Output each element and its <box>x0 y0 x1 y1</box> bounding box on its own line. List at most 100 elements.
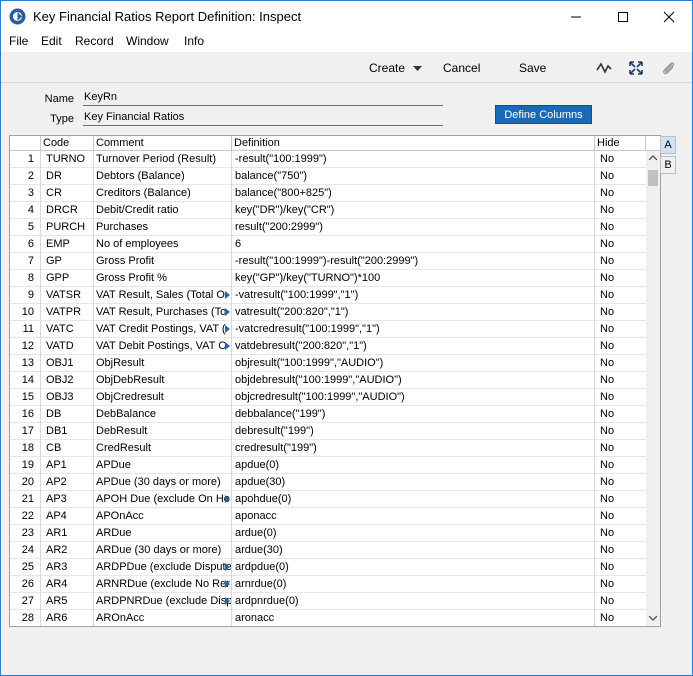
definition-cell[interactable]: objcredresult("100:1999","AUDIO") <box>232 389 595 406</box>
hide-cell[interactable]: No <box>595 321 646 338</box>
hide-cell[interactable]: No <box>595 593 646 610</box>
scroll-thumb[interactable] <box>648 170 658 186</box>
save-button[interactable]: Save <box>519 61 546 75</box>
hide-cell[interactable]: No <box>595 355 646 372</box>
table-row[interactable]: 6 EMP No of employees 6 No <box>10 236 646 253</box>
comment-cell[interactable]: APDue <box>94 457 232 474</box>
definition-cell[interactable]: debresult("199") <box>232 423 595 440</box>
overflow-arrow-icon[interactable] <box>225 563 230 571</box>
menu-edit[interactable]: Edit <box>41 34 62 48</box>
code-cell[interactable]: CB <box>41 440 94 457</box>
comment-cell[interactable]: CredResult <box>94 440 232 457</box>
hide-cell[interactable]: No <box>595 287 646 304</box>
table-row[interactable]: 23 AR1 ARDue ardue(0) No <box>10 525 646 542</box>
create-button[interactable]: Create <box>369 61 423 75</box>
table-row[interactable]: 24 AR2 ARDue (30 days or more) ardue(30)… <box>10 542 646 559</box>
comment-cell[interactable]: VAT Result, Sales (Total O <box>94 287 232 304</box>
hide-cell[interactable]: No <box>595 474 646 491</box>
hide-cell[interactable]: No <box>595 151 646 168</box>
type-field[interactable]: Key Financial Ratios <box>83 110 443 126</box>
definition-cell[interactable]: -result("100:1999")-result("200:2999") <box>232 253 595 270</box>
code-cell[interactable]: AR3 <box>41 559 94 576</box>
scroll-up-icon[interactable] <box>649 155 657 161</box>
table-row[interactable]: 9 VATSR VAT Result, Sales (Total O -vatr… <box>10 287 646 304</box>
table-row[interactable]: 16 DB DebBalance debbalance("199") No <box>10 406 646 423</box>
table-row[interactable]: 26 AR4 ARNRDue (exclude No Rer arnrdue(0… <box>10 576 646 593</box>
hide-cell[interactable]: No <box>595 236 646 253</box>
table-row[interactable]: 5 PURCH Purchases result("200:2999") No <box>10 219 646 236</box>
code-cell[interactable]: VATPR <box>41 304 94 321</box>
hide-cell[interactable]: No <box>595 372 646 389</box>
hide-cell[interactable]: No <box>595 610 646 626</box>
hide-cell[interactable]: No <box>595 508 646 525</box>
code-cell[interactable]: AP2 <box>41 474 94 491</box>
table-row[interactable]: 19 AP1 APDue apdue(0) No <box>10 457 646 474</box>
comment-cell[interactable]: VAT Credit Postings, VAT ( <box>94 321 232 338</box>
definition-cell[interactable]: -result("100:1999") <box>232 151 595 168</box>
code-cell[interactable]: AP1 <box>41 457 94 474</box>
definition-cell[interactable]: key("GP")/key("TURNO")*100 <box>232 270 595 287</box>
code-cell[interactable]: GP <box>41 253 94 270</box>
definition-cell[interactable]: credresult("199") <box>232 440 595 457</box>
definition-cell[interactable]: objresult("100:1999","AUDIO") <box>232 355 595 372</box>
hide-cell[interactable]: No <box>595 406 646 423</box>
definition-cell[interactable]: apdue(0) <box>232 457 595 474</box>
table-row[interactable]: 4 DRCR Debit/Credit ratio key("DR")/key(… <box>10 202 646 219</box>
overflow-arrow-icon[interactable] <box>225 580 230 588</box>
definition-cell[interactable]: result("200:2999") <box>232 219 595 236</box>
code-cell[interactable]: AR5 <box>41 593 94 610</box>
overflow-arrow-icon[interactable] <box>225 597 230 605</box>
definition-cell[interactable]: arnrdue(0) <box>232 576 595 593</box>
definition-cell[interactable]: -vatcredresult("100:1999","1") <box>232 321 595 338</box>
paperclip-icon[interactable] <box>660 59 678 77</box>
code-cell[interactable]: TURNO <box>41 151 94 168</box>
comment-cell[interactable]: ARDPDue (exclude Dispute <box>94 559 232 576</box>
definition-cell[interactable]: aponacc <box>232 508 595 525</box>
define-columns-button[interactable]: Define Columns <box>495 105 592 124</box>
code-cell[interactable]: VATD <box>41 338 94 355</box>
hide-cell[interactable]: No <box>595 440 646 457</box>
table-row[interactable]: 7 GP Gross Profit -result("100:1999")-re… <box>10 253 646 270</box>
table-row[interactable]: 20 AP2 APDue (30 days or more) apdue(30)… <box>10 474 646 491</box>
code-cell[interactable]: DRCR <box>41 202 94 219</box>
header-definition[interactable]: Definition <box>232 136 595 151</box>
definition-cell[interactable]: 6 <box>232 236 595 253</box>
code-cell[interactable]: DB <box>41 406 94 423</box>
hide-cell[interactable]: No <box>595 491 646 508</box>
minimize-button[interactable] <box>553 1 599 32</box>
table-row[interactable]: 3 CR Creditors (Balance) balance("800+82… <box>10 185 646 202</box>
definition-cell[interactable]: objdebresult("100:1999","AUDIO") <box>232 372 595 389</box>
expand-icon[interactable] <box>627 59 645 77</box>
overflow-arrow-icon[interactable] <box>225 291 230 299</box>
maximize-button[interactable] <box>600 1 646 32</box>
hide-cell[interactable]: No <box>595 219 646 236</box>
code-cell[interactable]: AP4 <box>41 508 94 525</box>
hide-cell[interactable]: No <box>595 270 646 287</box>
definition-cell[interactable]: key("DR")/key("CR") <box>232 202 595 219</box>
hide-cell[interactable]: No <box>595 389 646 406</box>
code-cell[interactable]: AP3 <box>41 491 94 508</box>
definition-cell[interactable]: apdue(30) <box>232 474 595 491</box>
comment-cell[interactable]: ObjCredresult <box>94 389 232 406</box>
side-tab-a[interactable]: A <box>660 136 676 154</box>
comment-cell[interactable]: AROnAcc <box>94 610 232 626</box>
table-row[interactable]: 12 VATD VAT Debit Postings, VAT C vatdeb… <box>10 338 646 355</box>
table-row[interactable]: 17 DB1 DebResult debresult("199") No <box>10 423 646 440</box>
definition-cell[interactable]: -vatresult("100:1999","1") <box>232 287 595 304</box>
definition-cell[interactable]: ardpnrdue(0) <box>232 593 595 610</box>
comment-cell[interactable]: DebResult <box>94 423 232 440</box>
comment-cell[interactable]: ARDue <box>94 525 232 542</box>
hide-cell[interactable]: No <box>595 253 646 270</box>
close-button[interactable] <box>646 1 692 32</box>
comment-cell[interactable]: Debit/Credit ratio <box>94 202 232 219</box>
table-row[interactable]: 27 AR5 ARDPNRDue (exclude Disp ardpnrdue… <box>10 593 646 610</box>
overflow-arrow-icon[interactable] <box>225 495 230 503</box>
definition-cell[interactable]: ardue(0) <box>232 525 595 542</box>
header-comment[interactable]: Comment <box>94 136 232 151</box>
code-cell[interactable]: OBJ1 <box>41 355 94 372</box>
definition-cell[interactable]: ardpdue(0) <box>232 559 595 576</box>
definition-cell[interactable]: vatresult("200:820","1") <box>232 304 595 321</box>
table-row[interactable]: 18 CB CredResult credresult("199") No <box>10 440 646 457</box>
menu-file[interactable]: File <box>9 34 28 48</box>
comment-cell[interactable]: Debtors (Balance) <box>94 168 232 185</box>
